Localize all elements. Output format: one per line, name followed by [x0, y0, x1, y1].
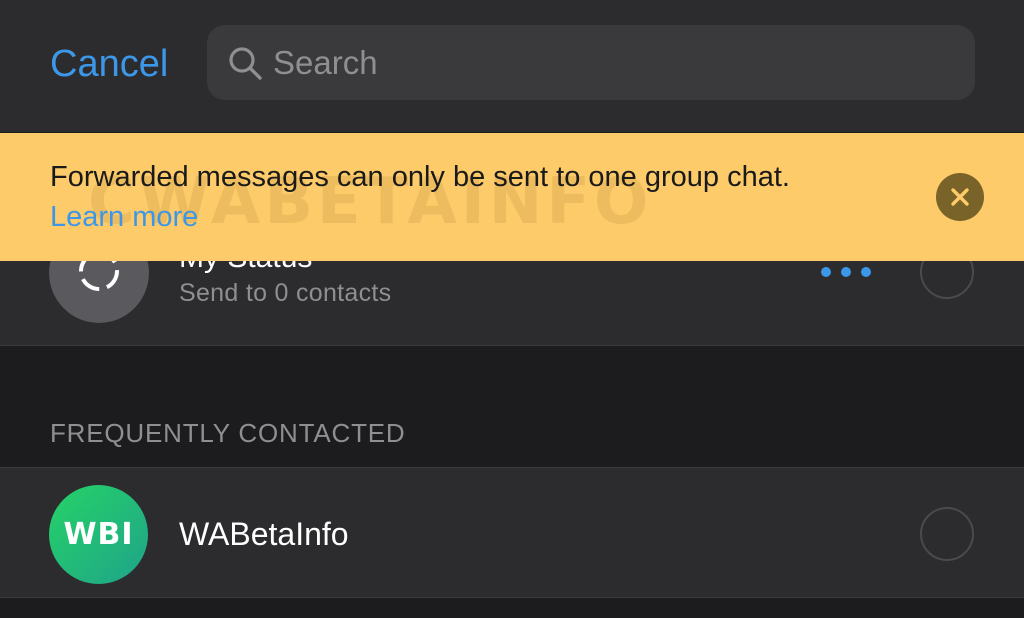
close-icon	[951, 188, 969, 206]
contact-select-circle[interactable]	[920, 507, 974, 561]
contact-name: WABetaInfo	[179, 516, 349, 552]
search-field[interactable]	[207, 25, 975, 100]
learn-more-link[interactable]: Learn more	[50, 201, 198, 234]
avatar-initials: WBI	[63, 517, 134, 552]
avatar: WBI	[49, 485, 148, 584]
banner-message: Forwarded messages can only be sent to o…	[50, 161, 790, 193]
search-input[interactable]	[273, 25, 953, 100]
cancel-button[interactable]: Cancel	[50, 40, 168, 88]
contact-row[interactable]: WBI WABetaInfo	[0, 467, 1024, 598]
search-icon	[229, 47, 262, 80]
more-dots-icon[interactable]	[818, 264, 874, 280]
section-header-frequent: FREQUENTLY CONTACTED	[50, 418, 406, 448]
info-banner: CWABETAINFO Forwarded messages can only …	[0, 133, 1024, 261]
status-subtitle: Send to 0 contacts	[179, 279, 392, 307]
header-bar: Cancel	[0, 0, 1024, 132]
banner-close-button[interactable]	[936, 173, 984, 221]
